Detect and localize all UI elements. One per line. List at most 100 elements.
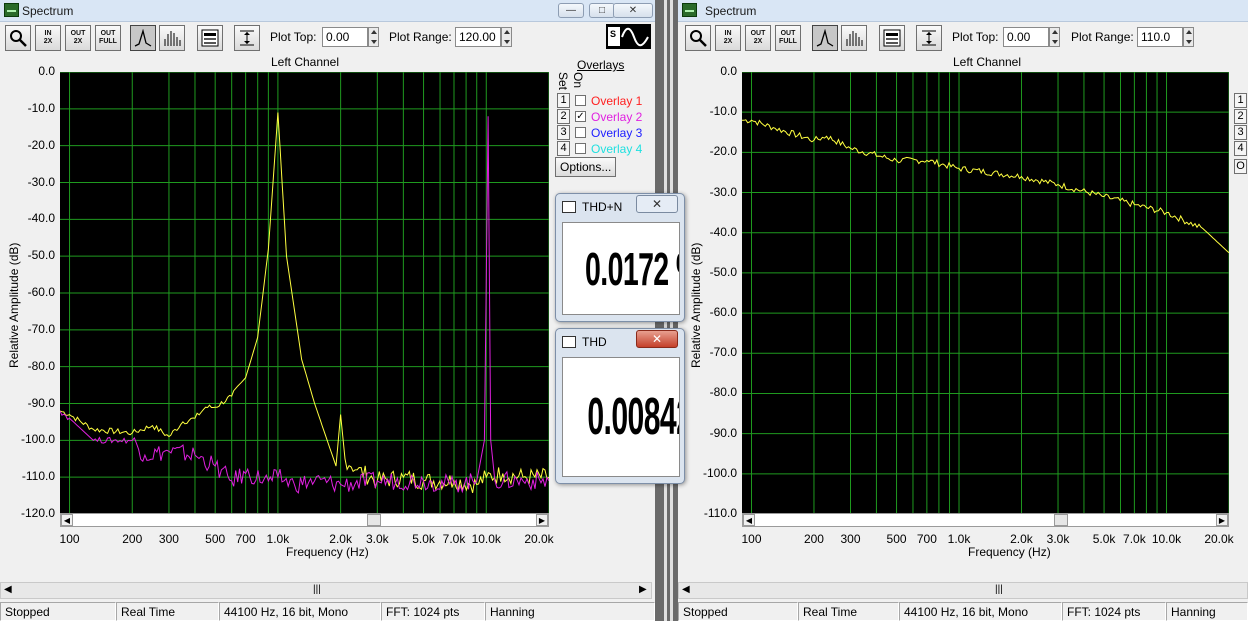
overlay-set-button[interactable]: 1: [1234, 93, 1247, 108]
settings-panel-button[interactable]: [879, 25, 905, 51]
bar-graph-icon: [164, 31, 181, 46]
maximize-button[interactable]: □: [589, 3, 615, 18]
scroll-left-arrow[interactable]: ◀: [4, 584, 12, 595]
y-tick-label: -40.0: [709, 224, 737, 239]
title-bar[interactable]: Spectrum: [678, 0, 1248, 22]
y-tick-label: -70.0: [27, 321, 55, 336]
plot-top-spinner[interactable]: [1049, 27, 1060, 47]
channel-title: Left Channel: [270, 55, 340, 69]
plot-top-input[interactable]: 0.00: [1003, 27, 1049, 47]
auto-scale-button[interactable]: [234, 25, 260, 51]
y-tick-label: 0.0: [720, 64, 737, 78]
overlay-set-button[interactable]: 4: [557, 141, 570, 156]
horizontal-scrollbar[interactable]: ◀ ▶: [742, 513, 1229, 527]
thdn-value: 0.0172 %: [585, 242, 679, 295]
overlay-set-button[interactable]: 4: [1234, 141, 1247, 156]
x-tick-label: 2.0k: [1010, 532, 1033, 546]
x-tick-label: 1.0k: [266, 532, 290, 546]
close-button[interactable]: ✕: [636, 330, 678, 348]
settings-panel-button[interactable]: [197, 25, 223, 51]
y-tick-label: -100.0: [20, 432, 55, 447]
zoom-tool-button[interactable]: [685, 25, 711, 51]
status-mode: Real Time: [798, 602, 899, 621]
zoom-in-2x-button[interactable]: IN 2X: [35, 25, 61, 51]
overlay-checkbox[interactable]: ✓: [575, 111, 586, 122]
magnifier-icon: [690, 30, 707, 47]
svg-text:S: S: [610, 29, 616, 39]
zoom-out-2x-button[interactable]: OUT 2X: [745, 25, 771, 51]
overlay-options-button[interactable]: Options...: [555, 157, 617, 177]
close-button[interactable]: ✕: [613, 3, 653, 18]
plot-range-input[interactable]: 110.0: [1137, 27, 1183, 47]
plot-top-spinner[interactable]: [368, 27, 379, 47]
zoom-out-full-button[interactable]: OUT FULL: [95, 25, 121, 51]
meter-icon: [562, 336, 576, 348]
bottom-scrollbar[interactable]: ◀ ||| ▶: [0, 582, 652, 599]
x-tick-label: 20.0k: [524, 532, 554, 546]
plot-top-label: Plot Top:: [952, 30, 999, 44]
scroll-thumb[interactable]: [1054, 514, 1068, 526]
status-fft: FFT: 1024 pts: [1062, 602, 1166, 621]
line-graph-icon: [134, 29, 152, 47]
scroll-thumb-grip[interactable]: |||: [313, 584, 321, 595]
overlay-options-button[interactable]: O: [1234, 159, 1247, 174]
overlay-checkbox[interactable]: [575, 143, 586, 154]
scroll-right-arrow[interactable]: ▶: [639, 584, 647, 595]
overlay-set-button[interactable]: 3: [557, 125, 570, 140]
line-graph-icon: [816, 29, 834, 47]
minimize-button[interactable]: —: [558, 3, 584, 18]
scroll-left-arrow[interactable]: ◀: [682, 584, 690, 595]
y-tick-label: -10.0: [709, 104, 737, 119]
y-tick-label: -50.0: [709, 264, 737, 279]
scroll-thumb-grip[interactable]: |||: [995, 584, 1003, 595]
line-graph-button[interactable]: [130, 25, 156, 51]
overlay-set-button[interactable]: 2: [1234, 109, 1247, 124]
overlay-row-3: 3 Overlay 3: [557, 125, 652, 141]
bar-graph-icon: [846, 31, 863, 46]
scroll-right-arrow[interactable]: ▶: [536, 514, 548, 526]
plot-range-spinner[interactable]: [501, 27, 512, 47]
plot-top-input[interactable]: 0.00: [322, 27, 368, 47]
zoom-out-full-button[interactable]: OUT FULL: [775, 25, 801, 51]
signal-logo-icon: S: [606, 24, 651, 49]
overlay-checkbox[interactable]: [575, 95, 586, 106]
status-window: Hanning: [485, 602, 655, 621]
y-tick-label: -90.0: [709, 425, 737, 440]
overlay-set-button[interactable]: 1: [557, 93, 570, 108]
x-axis-label: Frequency (Hz): [286, 545, 369, 559]
overlay-set-button[interactable]: 3: [1234, 125, 1247, 140]
x-axis-label: Frequency (Hz): [968, 545, 1051, 559]
overlay-set-button[interactable]: 2: [557, 109, 570, 124]
bottom-scrollbar[interactable]: ◀ |||: [678, 582, 1248, 599]
auto-scale-button[interactable]: [916, 25, 942, 51]
y-tick-label: -30.0: [709, 184, 737, 199]
x-tick-label: 100: [59, 532, 80, 546]
bar-graph-button[interactable]: [841, 25, 867, 51]
y-tick-label: -40.0: [27, 211, 55, 226]
status-bar: Stopped Real Time 44100 Hz, 16 bit, Mono…: [0, 601, 655, 621]
zoom-tool-button[interactable]: [5, 25, 31, 51]
overlay-label: Overlay 1: [591, 94, 643, 108]
title-bar[interactable]: Spectrum — □ ✕: [0, 0, 655, 22]
thd-meter-window: THD ✕ 0.00842 %: [555, 328, 685, 484]
panel-icon: [201, 29, 219, 47]
plot-range-input[interactable]: 120.00: [455, 27, 501, 47]
spectrum-plot[interactable]: [60, 72, 549, 514]
plot-range-spinner[interactable]: [1183, 27, 1194, 47]
horizontal-scrollbar[interactable]: ◀ ▶: [60, 513, 549, 527]
scroll-left-arrow[interactable]: ◀: [61, 514, 73, 526]
overlay-checkbox[interactable]: [575, 127, 586, 138]
spectrum-app-icon: [682, 3, 697, 17]
y-tick-label: -20.0: [27, 137, 55, 152]
bar-graph-button[interactable]: [159, 25, 185, 51]
line-graph-button[interactable]: [812, 25, 838, 51]
zoom-out-2x-button[interactable]: OUT 2X: [65, 25, 91, 51]
scroll-right-arrow[interactable]: ▶: [1216, 514, 1228, 526]
close-button[interactable]: ✕: [636, 195, 678, 213]
spectrum-plot[interactable]: [742, 72, 1229, 514]
overlays-header[interactable]: Overlays: [577, 58, 624, 72]
status-format: 44100 Hz, 16 bit, Mono: [899, 602, 1062, 621]
scroll-thumb[interactable]: [367, 514, 381, 526]
scroll-left-arrow[interactable]: ◀: [743, 514, 755, 526]
zoom-in-2x-button[interactable]: IN 2X: [715, 25, 741, 51]
